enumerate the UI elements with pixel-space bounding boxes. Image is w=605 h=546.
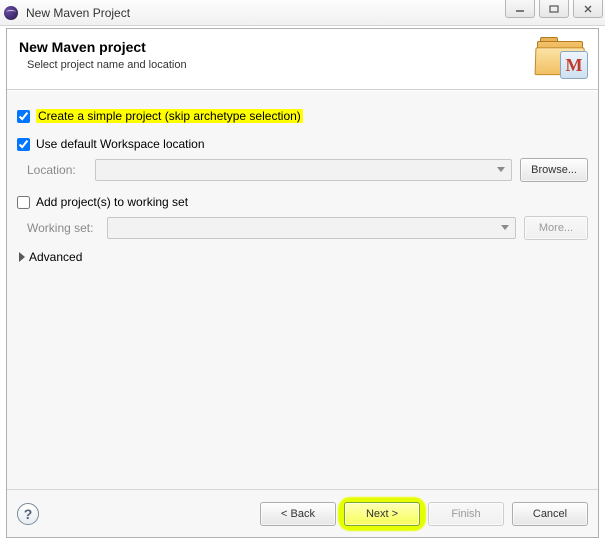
add-to-working-set-checkbox[interactable] bbox=[17, 196, 30, 209]
banner-text: New Maven project Select project name an… bbox=[19, 37, 187, 79]
expand-icon bbox=[19, 252, 25, 262]
banner: New Maven project Select project name an… bbox=[7, 29, 598, 90]
simple-project-row: Create a simple project (skip archetype … bbox=[17, 106, 588, 126]
dialog-body: Create a simple project (skip archetype … bbox=[7, 90, 598, 489]
next-highlight: Next > bbox=[344, 502, 420, 526]
more-button[interactable]: More... bbox=[524, 216, 588, 240]
default-location-checkbox[interactable] bbox=[17, 138, 30, 151]
dialog: New Maven project Select project name an… bbox=[6, 28, 599, 538]
footer: ? < Back Next > Finish Cancel bbox=[7, 489, 598, 537]
cancel-button[interactable]: Cancel bbox=[512, 502, 588, 526]
minimize-button[interactable] bbox=[505, 0, 535, 18]
working-set-combo bbox=[107, 217, 516, 239]
next-button[interactable]: Next > bbox=[344, 502, 420, 526]
advanced-label: Advanced bbox=[29, 250, 82, 264]
location-row: Location: Browse... bbox=[27, 158, 588, 182]
dropdown-icon bbox=[493, 163, 509, 177]
eclipse-icon bbox=[4, 6, 18, 20]
app-icon bbox=[4, 5, 20, 21]
advanced-toggle[interactable]: Advanced bbox=[17, 250, 588, 264]
banner-title: New Maven project bbox=[19, 39, 187, 55]
maven-m-icon: M bbox=[560, 51, 588, 79]
finish-button[interactable]: Finish bbox=[428, 502, 504, 526]
default-location-label: Use default Workspace location bbox=[36, 137, 205, 151]
simple-project-label: Create a simple project (skip archetype … bbox=[36, 109, 303, 123]
location-label: Location: bbox=[27, 163, 87, 177]
banner-subtitle: Select project name and location bbox=[27, 59, 187, 71]
window-controls bbox=[505, 0, 603, 18]
back-button[interactable]: < Back bbox=[260, 502, 336, 526]
working-set-label: Working set: bbox=[27, 221, 99, 235]
maven-project-icon: M bbox=[534, 37, 586, 79]
browse-button[interactable]: Browse... bbox=[520, 158, 588, 182]
simple-project-checkbox[interactable] bbox=[17, 110, 30, 123]
dropdown-icon bbox=[497, 221, 513, 235]
working-set-select-row: Working set: More... bbox=[27, 216, 588, 240]
default-location-row: Use default Workspace location bbox=[17, 134, 588, 154]
maximize-button[interactable] bbox=[539, 0, 569, 18]
window-title: New Maven Project bbox=[26, 6, 130, 20]
close-button[interactable] bbox=[573, 0, 603, 18]
location-combo bbox=[95, 159, 512, 181]
working-set-row: Add project(s) to working set bbox=[17, 192, 588, 212]
add-to-working-set-label: Add project(s) to working set bbox=[36, 195, 188, 209]
titlebar: New Maven Project bbox=[0, 0, 605, 26]
help-icon[interactable]: ? bbox=[17, 503, 39, 525]
